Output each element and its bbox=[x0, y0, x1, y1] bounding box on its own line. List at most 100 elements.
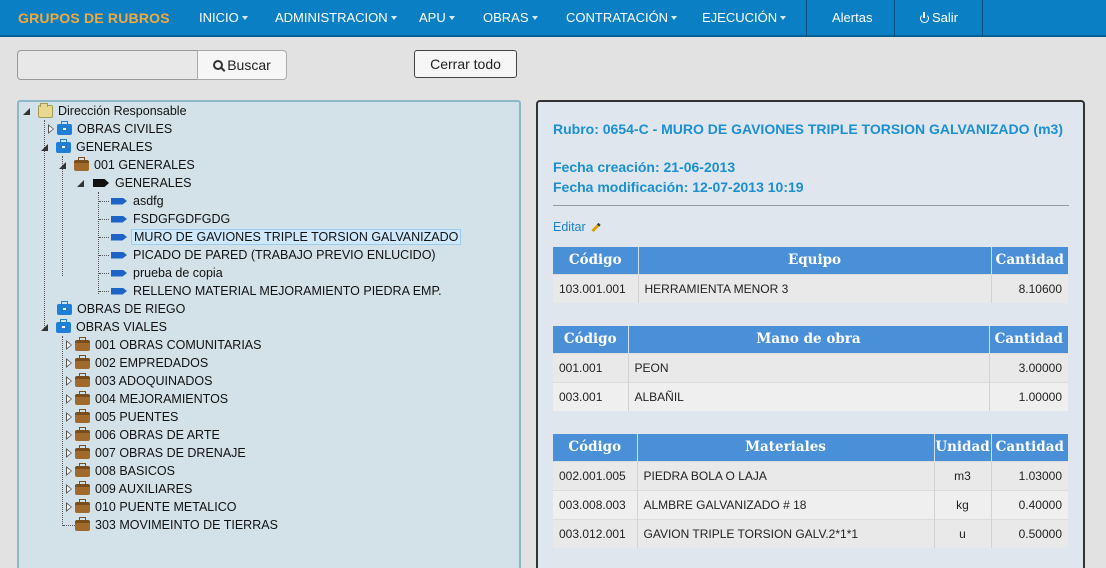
table-cell: ALBAÑIL bbox=[628, 381, 990, 411]
alerts-link[interactable]: Alertas bbox=[832, 10, 872, 25]
briefcase-icon bbox=[75, 516, 90, 531]
tree-node-label: RELLENO MATERIAL MEJORAMIENTO PIEDRA EMP… bbox=[133, 284, 442, 298]
tree-leaf-rubro[interactable]: FSDGFGDFGDG bbox=[111, 210, 232, 228]
brand-title[interactable]: GRUPOS DE RUBROS bbox=[18, 10, 170, 26]
tree-node-obras-viales-child[interactable]: 006 OBRAS DE ARTE bbox=[61, 426, 222, 444]
table-cell: kg bbox=[934, 489, 992, 519]
tree-node-label: FSDGFGDFGDG bbox=[133, 212, 231, 226]
materiales-table: Código Materiales Unidad Cantidad 002.00… bbox=[553, 434, 1068, 548]
tree-node-label: 004 MEJORAMIENTOS bbox=[95, 392, 229, 406]
table-cell: ALMBRE GALVANIZADO # 18 bbox=[637, 489, 935, 519]
table-cell: 002.001.005 bbox=[553, 460, 638, 490]
expanded-triangle-icon bbox=[41, 323, 48, 331]
column-header[interactable]: Cantidad bbox=[991, 247, 1068, 274]
table-cell: 1.00000 bbox=[989, 381, 1068, 411]
tree-node-label: 006 OBRAS DE ARTE bbox=[95, 428, 220, 442]
tree-node-label: 008 BASICOS bbox=[95, 464, 175, 478]
tag-icon bbox=[111, 287, 127, 295]
table-cell: u bbox=[934, 518, 992, 548]
tree-node-label: 001 OBRAS COMUNITARIAS bbox=[95, 338, 262, 352]
tree-node-generales[interactable]: GENERALES bbox=[41, 138, 154, 156]
column-header[interactable]: Cantidad bbox=[989, 326, 1068, 353]
tree-node-obras-viales-child[interactable]: 009 AUXILIARES bbox=[61, 480, 194, 498]
expanded-triangle-icon bbox=[59, 161, 66, 169]
tree-node-label: 303 MOVIMEINTO DE TIERRAS bbox=[95, 518, 278, 532]
table-cell: HERRAMIENTA MENOR 3 bbox=[638, 273, 992, 303]
tree-node-root[interactable]: Dirección Responsable bbox=[23, 102, 189, 120]
column-header[interactable]: Código bbox=[553, 326, 629, 353]
menu-label: CONTRATACIÓN bbox=[566, 10, 669, 25]
tree-node-obras-viales-child[interactable]: 005 PUENTES bbox=[61, 408, 180, 426]
column-header[interactable]: Unidad bbox=[934, 434, 992, 461]
tree-connector bbox=[99, 201, 109, 202]
briefcase-icon bbox=[57, 300, 72, 315]
tree-node-obras-viales-child[interactable]: 003 ADOQUINADOS bbox=[61, 372, 214, 390]
tree-node-obras-viales-child[interactable]: 002 EMPREDADOS bbox=[61, 354, 210, 372]
table-cell: 0.50000 bbox=[991, 518, 1068, 548]
collapsed-triangle-icon bbox=[66, 394, 73, 404]
tree-connector bbox=[99, 237, 109, 238]
tree-node-obras-civiles[interactable]: OBRAS CIVILES bbox=[43, 120, 174, 138]
menu-label: EJECUCIÓN bbox=[702, 10, 778, 25]
menu-apu[interactable]: APU bbox=[419, 10, 455, 25]
search-input[interactable] bbox=[17, 50, 198, 80]
nav-divider bbox=[982, 0, 983, 37]
tree-node-obras-viales-child[interactable]: 008 BASICOS bbox=[61, 462, 177, 480]
close-all-button[interactable]: Cerrar todo bbox=[414, 50, 517, 78]
tag-icon bbox=[111, 251, 127, 259]
table-cell: PEON bbox=[628, 352, 990, 382]
table-cell: 003.001 bbox=[553, 381, 629, 411]
menu-contratacion[interactable]: CONTRATACIÓN bbox=[566, 10, 678, 25]
column-header[interactable]: Equipo bbox=[638, 247, 992, 274]
mano-de-obra-table: Código Mano de obra Cantidad 001.001 PEO… bbox=[553, 326, 1068, 411]
rubro-title: Rubro: 0654-C - MURO DE GAVIONES TRIPLE … bbox=[553, 121, 1063, 137]
tree-node-obras-viales[interactable]: OBRAS VIALES bbox=[41, 318, 169, 336]
tree-node-label: PICADO DE PARED (TRABAJO PREVIO ENLUCIDO… bbox=[133, 248, 436, 262]
table-row: 003.008.003 ALMBRE GALVANIZADO # 18 kg 0… bbox=[553, 489, 1068, 519]
logout-link[interactable]: Salir bbox=[920, 10, 958, 25]
tree-node-label: 007 OBRAS DE DRENAJE bbox=[95, 446, 246, 460]
tree-node-obras-viales-child[interactable]: 004 MEJORAMIENTOS bbox=[61, 390, 230, 408]
table-cell: GAVION TRIPLE TORSION GALV.2*1*1 bbox=[637, 518, 935, 548]
tree-node-001-generales[interactable]: 001 GENERALES bbox=[59, 156, 197, 174]
tree-leaf-rubro[interactable]: PICADO DE PARED (TRABAJO PREVIO ENLUCIDO… bbox=[111, 246, 438, 264]
tree-node-obras-de-riego[interactable]: OBRAS DE RIEGO bbox=[57, 300, 187, 318]
table-row: 002.001.005 PIEDRA BOLA O LAJA m3 1.0300… bbox=[553, 460, 1068, 490]
menu-inicio[interactable]: INICIO bbox=[199, 10, 248, 25]
collapsed-triangle-icon bbox=[66, 430, 73, 440]
search-icon bbox=[213, 60, 224, 70]
search-button[interactable]: Buscar bbox=[197, 50, 287, 80]
tree-leaf-rubro[interactable]: asdfg bbox=[111, 192, 166, 210]
tree-connector bbox=[98, 192, 99, 294]
column-header[interactable]: Cantidad bbox=[991, 434, 1068, 461]
edit-link[interactable]: Editar bbox=[553, 220, 601, 234]
tree-node-obras-viales-child[interactable]: 010 PUENTE METALICO bbox=[61, 498, 238, 516]
tree-leaf-rubro[interactable]: RELLENO MATERIAL MEJORAMIENTO PIEDRA EMP… bbox=[111, 282, 444, 300]
tree-node-obras-viales-child[interactable]: 303 MOVIMEINTO DE TIERRAS bbox=[75, 516, 280, 534]
table-cell: 8.10600 bbox=[991, 273, 1068, 303]
tree-node-generales-sub[interactable]: GENERALES bbox=[77, 174, 193, 192]
menu-obras[interactable]: OBRAS bbox=[483, 10, 538, 25]
collapsed-triangle-icon bbox=[66, 358, 73, 368]
modified-date: Fecha modificación: 12-07-2013 10:19 bbox=[553, 179, 804, 195]
column-header[interactable]: Materiales bbox=[637, 434, 935, 461]
column-header[interactable]: Código bbox=[553, 247, 639, 274]
table-cell: 3.00000 bbox=[989, 352, 1068, 382]
table-row: 003.001 ALBAÑIL 1.00000 bbox=[553, 381, 1068, 411]
tree-node-obras-viales-child[interactable]: 001 OBRAS COMUNITARIAS bbox=[61, 336, 263, 354]
tree-connector bbox=[99, 291, 109, 292]
caret-down-icon bbox=[531, 15, 538, 20]
tree-node-obras-viales-child[interactable]: 007 OBRAS DE DRENAJE bbox=[61, 444, 248, 462]
tree-node-label: prueba de copia bbox=[133, 266, 223, 280]
divider bbox=[553, 205, 1069, 206]
column-header[interactable]: Código bbox=[553, 434, 638, 461]
menu-administracion[interactable]: ADMINISTRACION bbox=[275, 10, 397, 25]
tree-node-label: 010 PUENTE METALICO bbox=[95, 500, 237, 514]
tree-leaf-rubro-selected[interactable]: MURO DE GAVIONES TRIPLE TORSION GALVANIZ… bbox=[111, 228, 462, 246]
column-header[interactable]: Mano de obra bbox=[628, 326, 990, 353]
table-cell: 103.001.001 bbox=[553, 273, 639, 303]
tag-icon bbox=[111, 197, 127, 205]
menu-ejecucion[interactable]: EJECUCIÓN bbox=[702, 10, 787, 25]
tree-leaf-rubro[interactable]: prueba de copia bbox=[111, 264, 225, 282]
nav-divider bbox=[894, 0, 895, 37]
